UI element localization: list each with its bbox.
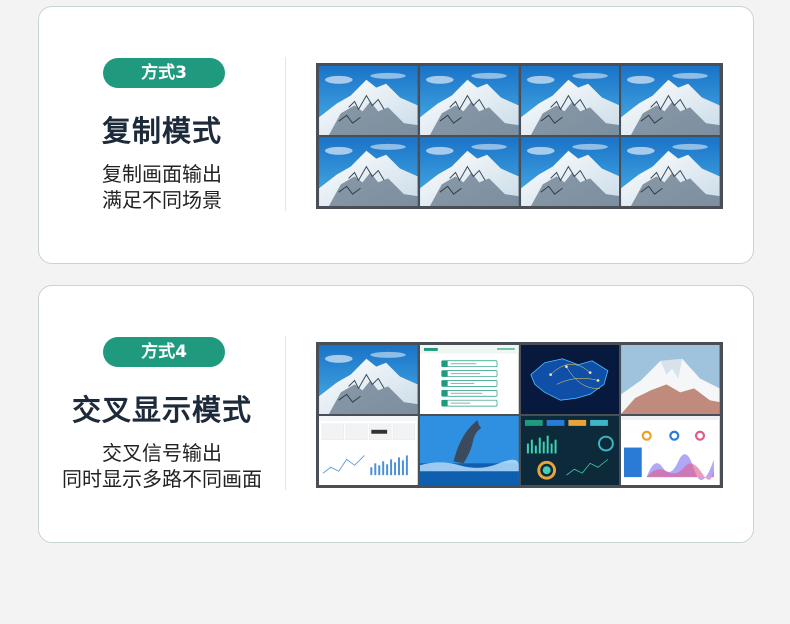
screen-tile-mountain [420, 137, 519, 206]
screen-tile-mountain [319, 66, 418, 135]
video-wall-cross [316, 342, 723, 488]
screen-tile-analytics [621, 416, 720, 485]
video-wall-copy [316, 63, 723, 209]
screen-tile-mountain [319, 345, 418, 414]
screen-tile-mountain [420, 66, 519, 135]
mode-info: 方式3 复制模式 复制画面输出 满足不同场景 [39, 7, 285, 263]
screen-tile-mountain [319, 137, 418, 206]
screen-tile-landscape [621, 345, 720, 414]
mode-description: 交叉信号输出 同时显示多路不同画面 [39, 440, 285, 492]
screen-tile-mountain [521, 137, 620, 206]
screen-tile-mountain [521, 66, 620, 135]
screen-tile-dashboard-dark [520, 416, 620, 485]
screen-tile-map [520, 345, 620, 414]
description-line: 同时显示多路不同画面 [62, 467, 262, 491]
divider [285, 57, 286, 211]
mode-badge: 方式4 [103, 337, 225, 367]
description-line: 交叉信号输出 [102, 441, 222, 465]
description-line: 复制画面输出 [102, 162, 222, 186]
screen-tile-mountain [621, 66, 720, 135]
mode-description: 复制画面输出 满足不同场景 [39, 161, 285, 213]
mode-title: 复制模式 [101, 114, 222, 148]
mode-card-copy: 方式3 复制模式 复制画面输出 满足不同场景 [38, 6, 754, 264]
screen-tile-dolphin [419, 416, 519, 485]
screen-tile-mountain [621, 137, 720, 206]
screen-tile-slide [419, 345, 519, 414]
divider [285, 336, 286, 490]
mode-title: 交叉显示模式 [71, 393, 252, 427]
screen-tile-dashboard-light [319, 416, 418, 485]
mode-card-cross: 方式4 交叉显示模式 交叉信号输出 同时显示多路不同画面 [38, 285, 754, 543]
mode-info: 方式4 交叉显示模式 交叉信号输出 同时显示多路不同画面 [39, 286, 285, 542]
mode-badge: 方式3 [103, 58, 225, 88]
description-line: 满足不同场景 [102, 188, 222, 212]
